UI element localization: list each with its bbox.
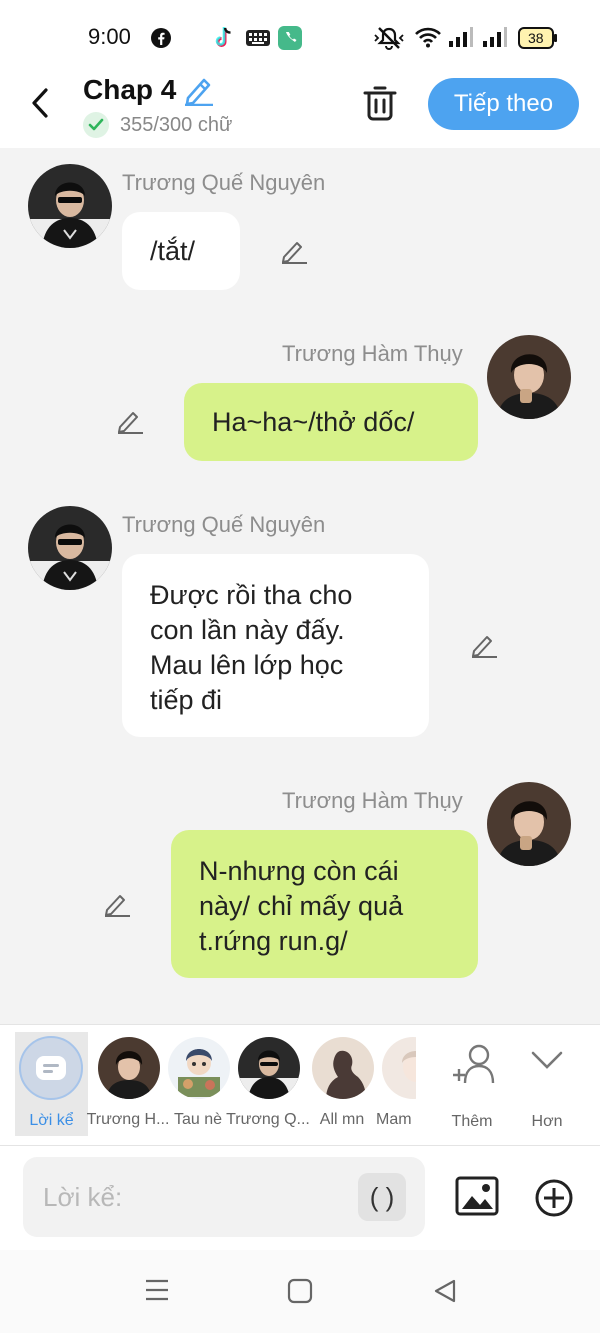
add-icon[interactable] <box>534 1178 574 1223</box>
facebook-icon <box>150 27 172 54</box>
character-name: Lời kể <box>29 1112 74 1129</box>
edit-title-icon[interactable] <box>182 74 216 111</box>
parenthesis-button[interactable]: ( ) <box>358 1173 406 1221</box>
character-item[interactable]: Trương H... <box>87 1025 169 1135</box>
tiktok-icon <box>214 26 236 55</box>
status-time: 9:00 <box>88 24 131 49</box>
input-placeholder: Lời kể: <box>43 1182 123 1212</box>
chapter-title: Chap 4 <box>83 74 177 105</box>
back-button[interactable] <box>26 84 58 124</box>
app-header: Chap 4 355/300 chữ Tiếp theo <box>0 70 600 148</box>
avatar <box>238 1037 300 1099</box>
avatar <box>312 1037 374 1099</box>
message-sender: Trương Quế Nguyên <box>122 512 326 537</box>
composer: Lời kể: ( ) <box>0 1146 600 1250</box>
message-text: Được rồi tha cho con lần này đấy. Mau lê… <box>150 580 353 715</box>
chat-area: Trương Quế Nguyên /tắt/ Trương Hàm Thụy … <box>0 148 600 1024</box>
keyboard-icon <box>245 28 271 53</box>
mute-icon <box>374 26 404 55</box>
add-label: Thêm <box>451 1113 493 1130</box>
character-selector: Lời kể Trương H... Tau nè Trương Q... Al… <box>0 1024 600 1146</box>
edit-message-icon[interactable] <box>470 632 498 663</box>
add-character-button[interactable]: Thêm <box>437 1037 507 1137</box>
narrator-icon <box>19 1036 83 1100</box>
character-item[interactable]: Mam <box>376 1025 416 1135</box>
avatar-ham-thuy[interactable] <box>487 782 571 866</box>
next-button[interactable]: Tiếp theo <box>428 78 579 130</box>
home-icon[interactable] <box>287 1278 313 1309</box>
status-bar: 9:00 38 <box>0 0 600 70</box>
message-bubble[interactable]: Được rồi tha cho con lần này đấy. Mau lê… <box>122 554 429 737</box>
chevron-down-icon <box>530 1049 564 1076</box>
character-name: Trương Q... <box>226 1111 310 1128</box>
phone-icon <box>278 26 302 55</box>
edit-message-icon[interactable] <box>116 408 144 439</box>
character-item[interactable]: Trương Q... <box>226 1025 310 1135</box>
message-sender: Trương Hàm Thụy <box>282 341 463 366</box>
avatar-ham-thuy[interactable] <box>487 335 571 419</box>
back-nav-icon[interactable] <box>432 1278 458 1309</box>
word-count-row: 355/300 chữ <box>83 112 232 138</box>
message-bubble[interactable]: N-nhưng còn cái này/ chỉ mấy quả t.rứng … <box>171 830 478 978</box>
message-bubble[interactable]: /tắt/ <box>122 212 240 290</box>
message-input[interactable]: Lời kể: ( ) <box>23 1157 425 1237</box>
message-text: /tắt/ <box>150 235 196 266</box>
message-text: Ha~ha~/thở dốc/ <box>212 406 415 437</box>
edit-message-icon[interactable] <box>280 238 308 269</box>
trash-icon[interactable] <box>362 84 398 127</box>
signal-icon <box>448 26 474 53</box>
avatar-que-nguyen[interactable] <box>28 506 112 590</box>
more-label: Hơn <box>531 1113 563 1130</box>
edit-message-icon[interactable] <box>103 891 131 922</box>
wifi-icon <box>414 26 442 53</box>
check-icon <box>83 112 109 138</box>
signal-2-icon <box>482 26 508 53</box>
message-sender: Trương Hàm Thụy <box>282 788 463 813</box>
character-name: All mn <box>319 1111 365 1128</box>
message-sender: Trương Quế Nguyên <box>122 170 326 195</box>
character-item[interactable]: Tau nè <box>162 1025 234 1135</box>
message-text: N-nhưng còn cái này/ chỉ mấy quả t.rứng … <box>199 856 404 956</box>
avatar <box>382 1037 416 1099</box>
message-bubble[interactable]: Ha~ha~/thở dốc/ <box>184 383 478 461</box>
avatar <box>168 1037 230 1099</box>
add-person-icon <box>451 1043 497 1092</box>
menu-icon[interactable] <box>144 1278 170 1307</box>
avatar <box>98 1037 160 1099</box>
character-item[interactable]: All mn <box>306 1025 378 1135</box>
avatar-que-nguyen[interactable] <box>28 164 112 248</box>
system-navbar <box>0 1250 600 1333</box>
character-name: Mam <box>376 1111 412 1128</box>
more-characters-button[interactable]: Hơn <box>512 1037 582 1137</box>
word-count: 355/300 chữ <box>120 113 233 136</box>
battery-level: 38 <box>528 30 544 46</box>
character-narrator[interactable]: Lời kể <box>15 1032 88 1136</box>
image-icon[interactable] <box>455 1176 499 1221</box>
